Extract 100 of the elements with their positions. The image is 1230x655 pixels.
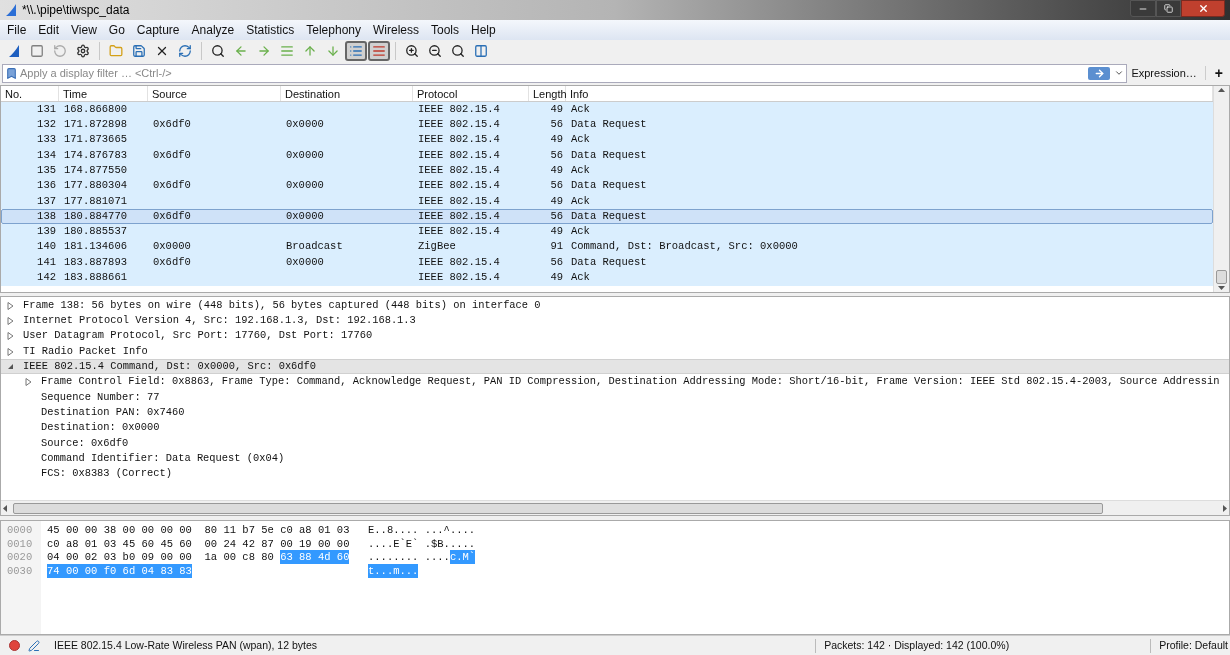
packet-count: Packets: 142 · Displayed: 142 (100.0%) <box>823 637 1011 653</box>
packet-cell: IEEE 802.15.4 <box>418 133 500 146</box>
hex-bytes[interactable]: c0 a8 01 03 45 60 45 60 00 24 42 87 00 19 00 00 <box>47 536 350 551</box>
packet-row[interactable]: 132 171.872898 0x6df0 0x0000 IEEE 802.15.4 56 Data Request <box>1 117 1213 133</box>
collapsed-icon[interactable] <box>7 316 14 325</box>
column-header[interactable]: Destination <box>281 86 413 101</box>
packet-cell: 49 <box>550 271 563 284</box>
detail-line[interactable]: FCS: 0x8383 (Correct) <box>41 466 172 482</box>
collapsed-icon[interactable] <box>7 332 14 341</box>
packet-cell: 0x0000 <box>286 118 324 131</box>
packet-cell: ZigBee <box>418 240 456 253</box>
detail-line[interactable]: Destination PAN: 0x7460 <box>41 404 185 421</box>
columns-icon <box>474 44 488 58</box>
detail-line[interactable]: TI Radio Packet Info <box>23 343 148 360</box>
menu-item[interactable]: Edit <box>33 21 65 39</box>
arrow-right-icon <box>1093 67 1105 79</box>
menu-item[interactable]: Help <box>466 21 501 39</box>
packet-row[interactable]: 139 180.885537 IEEE 802.15.4 49 Ack <box>1 224 1213 240</box>
stop-icon <box>30 44 44 58</box>
packet-row[interactable]: 135 174.877550 IEEE 802.15.4 49 Ack <box>1 163 1213 179</box>
minimize-button[interactable] <box>1130 0 1156 17</box>
detail-line[interactable]: Frame Control Field: 0x8863, Frame Type: Command, Acknowledge Request, PAN ID Compression, Destination Addressing Mode: Short/16-bit, Frame Version: IEEE Std 802.15.4-2003, Source Addressin <box>41 374 1220 390</box>
detail-line[interactable]: Internet Protocol Version 4, Src: 192.168.1.3, Dst: 192.168.1.3 <box>23 313 416 329</box>
collapsed-icon[interactable] <box>7 347 14 356</box>
packet-cell: 0x6df0 <box>153 209 191 222</box>
menu-item[interactable]: Go <box>103 21 130 39</box>
menu-item[interactable]: Analyze <box>186 21 240 39</box>
apply-button[interactable] <box>1088 66 1111 80</box>
menu-item[interactable]: File <box>2 21 32 39</box>
detail-line[interactable]: Destination: 0x0000 <box>41 420 160 436</box>
record-icon[interactable] <box>9 640 20 651</box>
packet-cell: IEEE 802.15.4 <box>418 271 500 284</box>
menu-item[interactable]: View <box>66 21 102 39</box>
packet-cell: IEEE 802.15.4 <box>418 118 500 131</box>
dropdown-icon[interactable] <box>1114 68 1125 78</box>
vertical-scrollbar[interactable] <box>1213 86 1229 292</box>
packet-cell: Data Request <box>571 209 647 222</box>
packet-cell: Ack <box>571 194 590 207</box>
hex-bytes[interactable]: 04 00 02 03 b0 09 00 00 1a 00 c8 80 <box>47 550 281 565</box>
expression-button[interactable]: Expression… <box>1127 64 1201 82</box>
profile-label[interactable]: Profile: Default <box>1151 637 1230 654</box>
ascii-bytes[interactable]: ....E`E` .$B..... <box>368 536 476 551</box>
scroll-thumb[interactable] <box>1216 270 1227 284</box>
detail-line[interactable]: Command Identifier: Data Request (0x04) <box>41 450 285 467</box>
column-header[interactable]: Length <box>529 86 566 101</box>
menu-item[interactable]: Telephony <box>301 21 366 39</box>
collapsed-icon[interactable] <box>7 301 14 310</box>
detail-line[interactable]: User Datagram Protocol, Src Port: 17760, Dst Port: 17760 <box>23 328 373 345</box>
packet-row[interactable]: 142 183.888661 IEEE 802.15.4 49 Ack <box>1 270 1213 286</box>
column-header[interactable]: Protocol <box>413 86 529 101</box>
expanded-icon[interactable] <box>7 363 14 371</box>
arrow-down-icon <box>326 44 340 58</box>
scroll-up-icon[interactable] <box>1218 88 1225 92</box>
ascii-bytes[interactable]: E..8.... ...^.... <box>368 523 476 537</box>
add-button[interactable]: + <box>1209 62 1228 84</box>
packet-cell: 131 <box>37 102 56 115</box>
packet-cell: 141 <box>37 255 56 268</box>
menu-item[interactable]: Capture <box>131 21 185 39</box>
packet-cell: IEEE 802.15.4 <box>418 225 500 238</box>
detail-line[interactable]: Sequence Number: 77 <box>41 389 160 406</box>
search-icon <box>211 44 225 58</box>
zoom-out-icon <box>428 44 442 58</box>
detail-line[interactable]: Frame 138: 56 bytes on wire (448 bits), 56 bytes captured (448 bits) on interface 0 <box>23 297 541 314</box>
packet-cell: 180.884770 <box>64 209 127 222</box>
scroll-left-icon[interactable] <box>3 504 7 512</box>
column-header[interactable]: No. <box>1 86 59 101</box>
packet-cell: 56 <box>550 118 563 131</box>
menu-item[interactable]: Wireless <box>368 21 424 39</box>
packet-row[interactable]: 131 168.866800 IEEE 802.15.4 49 Ack <box>1 102 1213 118</box>
byte-offset: 0010 <box>7 537 33 550</box>
detail-line[interactable]: Source: 0x6df0 <box>41 435 129 452</box>
packet-cell: 137 <box>37 194 56 207</box>
column-header[interactable]: Time <box>59 86 148 101</box>
packet-cell: 181.134606 <box>64 240 127 253</box>
hex-bytes[interactable]: 45 00 00 38 00 00 00 00 80 11 b7 5e c0 a8 01 03 <box>47 523 350 537</box>
packet-cell: 177.880304 <box>64 179 127 192</box>
menu-item[interactable]: Statistics <box>241 21 300 39</box>
packet-cell: Ack <box>571 163 590 176</box>
scroll-right-icon[interactable] <box>1223 504 1227 512</box>
save-icon <box>132 44 146 58</box>
bookmark-icon <box>5 66 18 80</box>
close-icon <box>1197 3 1209 14</box>
packet-row[interactable]: 136 177.880304 0x6df0 0x0000 IEEE 802.15.4 56 Data Request <box>1 178 1213 194</box>
scroll-down-icon[interactable] <box>1218 286 1225 290</box>
column-header[interactable]: Source <box>148 86 281 101</box>
packet-cell: Ack <box>571 271 590 284</box>
menu-item[interactable]: Tools <box>426 21 464 39</box>
collapsed-icon[interactable] <box>25 378 32 387</box>
pencil-icon[interactable] <box>28 639 40 652</box>
packet-cell: 49 <box>550 194 563 207</box>
packet-cell: 183.887893 <box>64 255 127 268</box>
packet-cell: IEEE 802.15.4 <box>418 255 500 268</box>
packet-cell: 56 <box>550 179 563 192</box>
restore-button[interactable] <box>1156 0 1181 17</box>
packet-row[interactable]: 138 180.884770 0x6df0 0x0000 IEEE 802.15.4 56 Data Request <box>1 209 1213 225</box>
horizontal-scrollbar[interactable] <box>1 500 1229 515</box>
packet-cell: 0x6df0 <box>153 118 191 131</box>
close-button[interactable] <box>1181 0 1225 17</box>
packet-cell: 56 <box>550 209 563 222</box>
ascii-bytes[interactable]: ........ .... <box>368 550 450 565</box>
